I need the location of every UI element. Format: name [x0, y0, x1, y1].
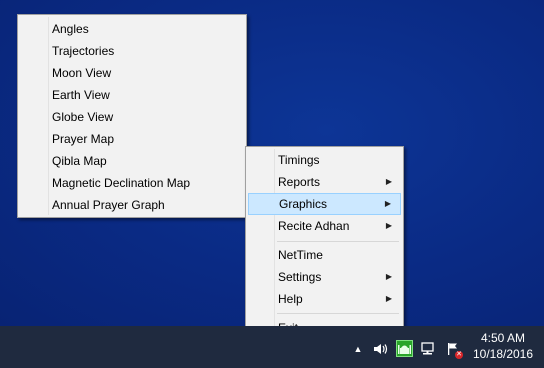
submenu-arrow-icon: ▶ [384, 199, 391, 208]
taskbar-clock[interactable]: 4:50 AM 10/18/2016 [468, 330, 538, 362]
menu-item-label: Qibla Map [52, 154, 107, 168]
menu-item-angles[interactable]: Angles [20, 18, 244, 40]
network-icon[interactable] [420, 342, 436, 356]
menu-item-settings[interactable]: Settings ▶ [248, 266, 401, 288]
menu-item-moon-view[interactable]: Moon View [20, 62, 244, 84]
menu-item-label: Magnetic Declination Map [52, 176, 191, 190]
menu-item-label: Reports [278, 175, 321, 189]
clock-time: 4:50 AM [480, 331, 526, 345]
menu-item-label: Trajectories [52, 44, 115, 58]
submenu-arrow-icon: ▶ [385, 272, 392, 281]
speaker-icon[interactable] [373, 342, 389, 356]
menu-item-label: Moon View [52, 66, 112, 80]
menu-item-label: Graphics [279, 197, 328, 211]
menu-item-annual-prayer-graph[interactable]: Annual Prayer Graph [20, 194, 244, 216]
menu-item-label: Prayer Map [52, 132, 115, 146]
submenu-arrow-icon: ▶ [385, 221, 392, 230]
menu-item-recite-adhan[interactable]: Recite Adhan ▶ [248, 215, 401, 237]
menu-item-label: Angles [52, 22, 89, 36]
network-icon-graphic [421, 342, 434, 355]
menu-item-prayer-map[interactable]: Prayer Map [20, 128, 244, 150]
menu-item-label: Annual Prayer Graph [52, 198, 165, 212]
menu-item-help[interactable]: Help ▶ [248, 288, 401, 310]
menu-separator [277, 241, 399, 242]
menu-item-magnetic-declination-map[interactable]: Magnetic Declination Map [20, 172, 244, 194]
menu-separator [277, 313, 399, 314]
mosque-icon [398, 345, 411, 354]
submenu-arrow-icon: ▶ [385, 177, 392, 186]
menu-item-label: Settings [278, 270, 322, 284]
action-center-flag-icon[interactable]: ✕ [445, 342, 463, 359]
menu-item-label: Earth View [52, 88, 110, 102]
graphics-submenu: Angles Trajectories Moon View Earth View… [17, 14, 247, 218]
menu-item-label: NetTime [278, 248, 323, 262]
submenu-arrow-icon: ▶ [385, 294, 392, 303]
menu-item-nettime[interactable]: NetTime [248, 244, 401, 266]
menu-item-label: Help [278, 292, 303, 306]
clock-date: 10/18/2016 [472, 347, 534, 361]
menu-item-timings[interactable]: Timings [248, 149, 401, 171]
menu-item-label: Globe View [52, 110, 114, 124]
chevron-up-icon[interactable]: ▲ [350, 342, 366, 356]
menu-item-graphics[interactable]: Graphics ▶ [248, 193, 401, 215]
prayer-app-icon[interactable] [396, 340, 413, 357]
menu-item-qibla-map[interactable]: Qibla Map [20, 150, 244, 172]
speaker-icon-graphic [374, 344, 388, 354]
menu-item-globe-view[interactable]: Globe View [20, 106, 244, 128]
tray-context-menu: Timings Reports ▶ Graphics ▶ Recite Adhan ▶… [245, 146, 404, 342]
menu-item-reports[interactable]: Reports ▶ [248, 171, 401, 193]
menu-item-label: Timings [278, 153, 320, 167]
taskbar: ▲ ✕ 4:50 AM 10/18/2016 [0, 326, 544, 368]
menu-item-earth-view[interactable]: Earth View [20, 84, 244, 106]
menu-item-label: Recite Adhan [278, 219, 350, 233]
menu-item-trajectories[interactable]: Trajectories [20, 40, 244, 62]
error-badge-icon: ✕ [455, 351, 463, 359]
